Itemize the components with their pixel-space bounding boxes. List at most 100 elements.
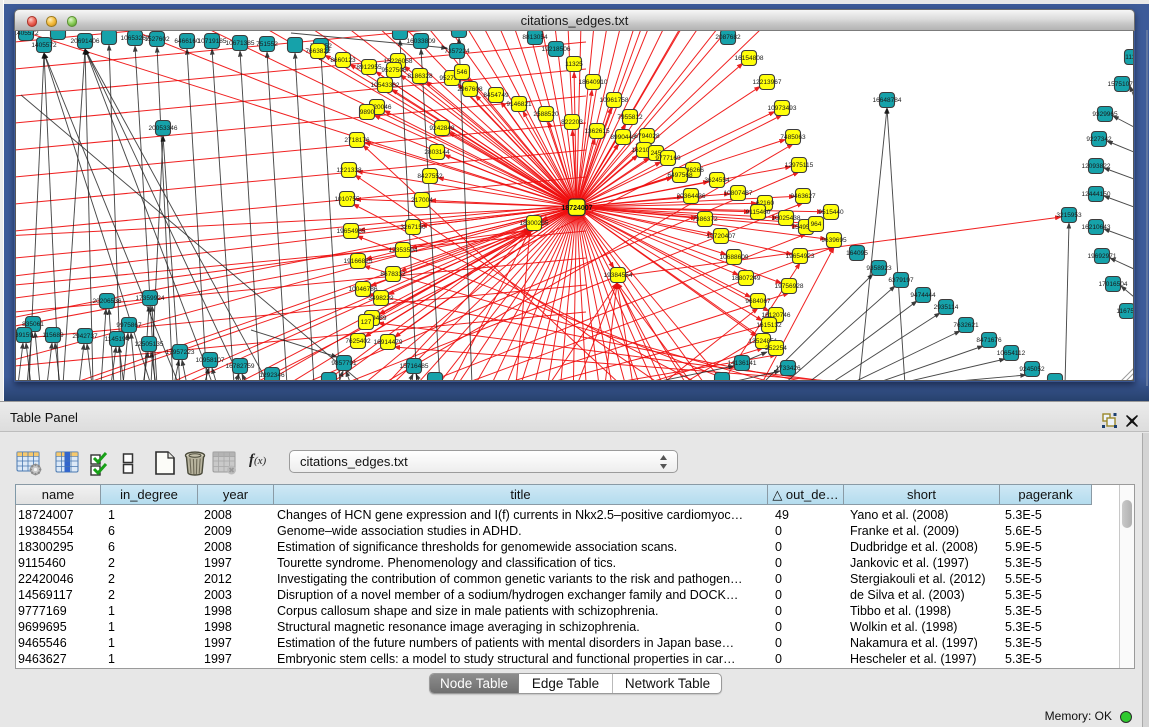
svg-text:8660123: 8660123 bbox=[330, 57, 356, 64]
svg-text:9777169: 9777169 bbox=[655, 155, 681, 162]
svg-text:10671385: 10671385 bbox=[226, 40, 255, 47]
svg-text:6379197: 6379197 bbox=[888, 277, 914, 284]
svg-text:8454749: 8454749 bbox=[483, 92, 509, 99]
svg-text:6466160: 6466160 bbox=[174, 38, 200, 45]
svg-text:10973493: 10973493 bbox=[768, 105, 797, 112]
svg-text:19756928: 19756928 bbox=[775, 283, 804, 290]
svg-text:20206536: 20206536 bbox=[93, 298, 122, 305]
svg-text:9890: 9890 bbox=[360, 109, 375, 116]
svg-text:10719185: 10719185 bbox=[198, 38, 227, 45]
svg-text:9115460: 9115460 bbox=[746, 209, 771, 216]
svg-text:1405572: 1405572 bbox=[16, 31, 39, 37]
svg-text:7625402: 7625402 bbox=[345, 338, 371, 345]
svg-text:19654985: 19654985 bbox=[337, 228, 366, 235]
svg-text:9975867: 9975867 bbox=[116, 322, 142, 329]
svg-text:18724007: 18724007 bbox=[561, 205, 592, 212]
svg-text:964: 964 bbox=[811, 221, 822, 228]
svg-text:7386372: 7386372 bbox=[692, 216, 718, 223]
svg-text:15716485: 15716485 bbox=[400, 363, 429, 370]
svg-text:116753: 116753 bbox=[1116, 308, 1134, 315]
svg-text:9146821: 9146821 bbox=[506, 101, 532, 108]
svg-text:17359924: 17359924 bbox=[136, 295, 165, 302]
svg-text:8471676: 8471676 bbox=[976, 337, 1002, 344]
svg-text:9245052: 9245052 bbox=[1019, 366, 1045, 373]
svg-text:6497568: 6497568 bbox=[667, 172, 693, 179]
svg-text:19692971: 19692971 bbox=[1088, 253, 1117, 260]
svg-text:10958107: 10958107 bbox=[196, 357, 225, 364]
svg-text:7663822: 7663822 bbox=[305, 48, 331, 55]
svg-text:6794028: 6794028 bbox=[634, 133, 660, 140]
svg-text:18807249: 18807249 bbox=[732, 275, 761, 282]
svg-text:19654923: 19654923 bbox=[786, 253, 815, 260]
svg-text:8186328: 8186328 bbox=[407, 73, 433, 80]
svg-text:751552: 751552 bbox=[256, 41, 278, 48]
svg-text:10688609: 10688609 bbox=[720, 254, 749, 261]
svg-text:8427552: 8427552 bbox=[417, 173, 443, 180]
svg-text:3624554: 3624554 bbox=[704, 177, 730, 184]
svg-text:12093822: 12093822 bbox=[1082, 163, 1111, 170]
svg-text:3498222: 3498222 bbox=[368, 295, 394, 302]
svg-text:127: 127 bbox=[361, 319, 372, 326]
svg-text:10807487: 10807487 bbox=[724, 190, 753, 197]
svg-text:9684067: 9684067 bbox=[745, 298, 771, 305]
svg-text:20691406: 20691406 bbox=[71, 38, 100, 45]
svg-text:1292346: 1292346 bbox=[259, 372, 285, 379]
svg-text:3215953: 3215953 bbox=[1056, 212, 1082, 219]
svg-text:8813054: 8813054 bbox=[522, 34, 548, 41]
svg-text:18640910: 18640910 bbox=[579, 79, 608, 86]
svg-text:1615132: 1615132 bbox=[756, 322, 782, 329]
svg-text:822203: 822203 bbox=[561, 119, 583, 126]
svg-text:15751074: 15751074 bbox=[1108, 81, 1134, 88]
svg-text:9227342: 9227342 bbox=[1086, 136, 1112, 143]
svg-text:115689: 115689 bbox=[42, 332, 64, 339]
svg-text:1221338: 1221338 bbox=[336, 167, 362, 174]
svg-text:7955812: 7955812 bbox=[617, 114, 643, 121]
svg-text:14136141: 14136141 bbox=[728, 360, 757, 367]
svg-text:12353594: 12353594 bbox=[389, 247, 418, 254]
svg-text:16648784: 16648784 bbox=[873, 97, 902, 104]
svg-text:7632621: 7632621 bbox=[953, 322, 979, 329]
svg-text:1527602: 1527602 bbox=[144, 36, 170, 43]
svg-text:1733426: 1733426 bbox=[775, 365, 801, 372]
svg-text:39159: 39159 bbox=[16, 332, 33, 339]
svg-text:2803144: 2803144 bbox=[424, 149, 450, 156]
svg-text:10025438: 10025438 bbox=[772, 215, 801, 222]
svg-text:7357224: 7357224 bbox=[444, 48, 470, 55]
svg-text:3267150: 3267150 bbox=[400, 224, 426, 231]
svg-text:12975115: 12975115 bbox=[785, 162, 814, 169]
svg-text:9358923: 9358923 bbox=[866, 265, 892, 272]
svg-text:217004: 217004 bbox=[411, 197, 433, 204]
svg-text:17957223: 17957223 bbox=[166, 349, 195, 356]
svg-text:1405572: 1405572 bbox=[31, 42, 57, 49]
svg-text:2588520: 2588520 bbox=[533, 111, 559, 118]
svg-text:16154808: 16154808 bbox=[735, 55, 764, 62]
svg-text:11325: 11325 bbox=[565, 61, 583, 68]
svg-text:546: 546 bbox=[457, 69, 468, 76]
svg-text:2087682: 2087682 bbox=[715, 34, 741, 41]
svg-text:1010755: 1010755 bbox=[334, 196, 360, 203]
svg-text:19218506: 19218506 bbox=[542, 46, 571, 53]
svg-text:9515440: 9515440 bbox=[818, 209, 844, 216]
svg-text:164095: 164095 bbox=[846, 250, 868, 257]
svg-text:16210643: 16210643 bbox=[1082, 224, 1111, 231]
svg-text:2935114: 2935114 bbox=[934, 304, 959, 311]
svg-text:9329965: 9329965 bbox=[1092, 111, 1118, 118]
svg-text:16033809: 16033809 bbox=[407, 38, 436, 45]
svg-text:9463627: 9463627 bbox=[790, 193, 816, 200]
svg-text:16914479: 16914479 bbox=[374, 339, 403, 346]
svg-text:12444150: 12444150 bbox=[1082, 191, 1111, 198]
svg-text:8990448: 8990448 bbox=[610, 134, 636, 141]
svg-text:17016504: 17016504 bbox=[1099, 281, 1128, 288]
svg-text:18300295: 18300295 bbox=[520, 220, 549, 227]
svg-text:16782759: 16782759 bbox=[226, 363, 255, 370]
svg-text:10654112: 10654112 bbox=[997, 350, 1026, 357]
svg-text:9857791: 9857791 bbox=[331, 360, 357, 367]
svg-text:8912955: 8912955 bbox=[356, 64, 382, 71]
svg-text:9639695: 9639695 bbox=[821, 237, 847, 244]
svg-text:1362615: 1362615 bbox=[584, 128, 610, 135]
svg-text:15720407: 15720407 bbox=[707, 233, 736, 240]
svg-text:9474444: 9474444 bbox=[910, 292, 936, 299]
svg-text:12213967: 12213967 bbox=[753, 79, 782, 86]
svg-text:1112: 1112 bbox=[1125, 54, 1134, 61]
svg-text:2718176: 2718176 bbox=[344, 137, 370, 144]
